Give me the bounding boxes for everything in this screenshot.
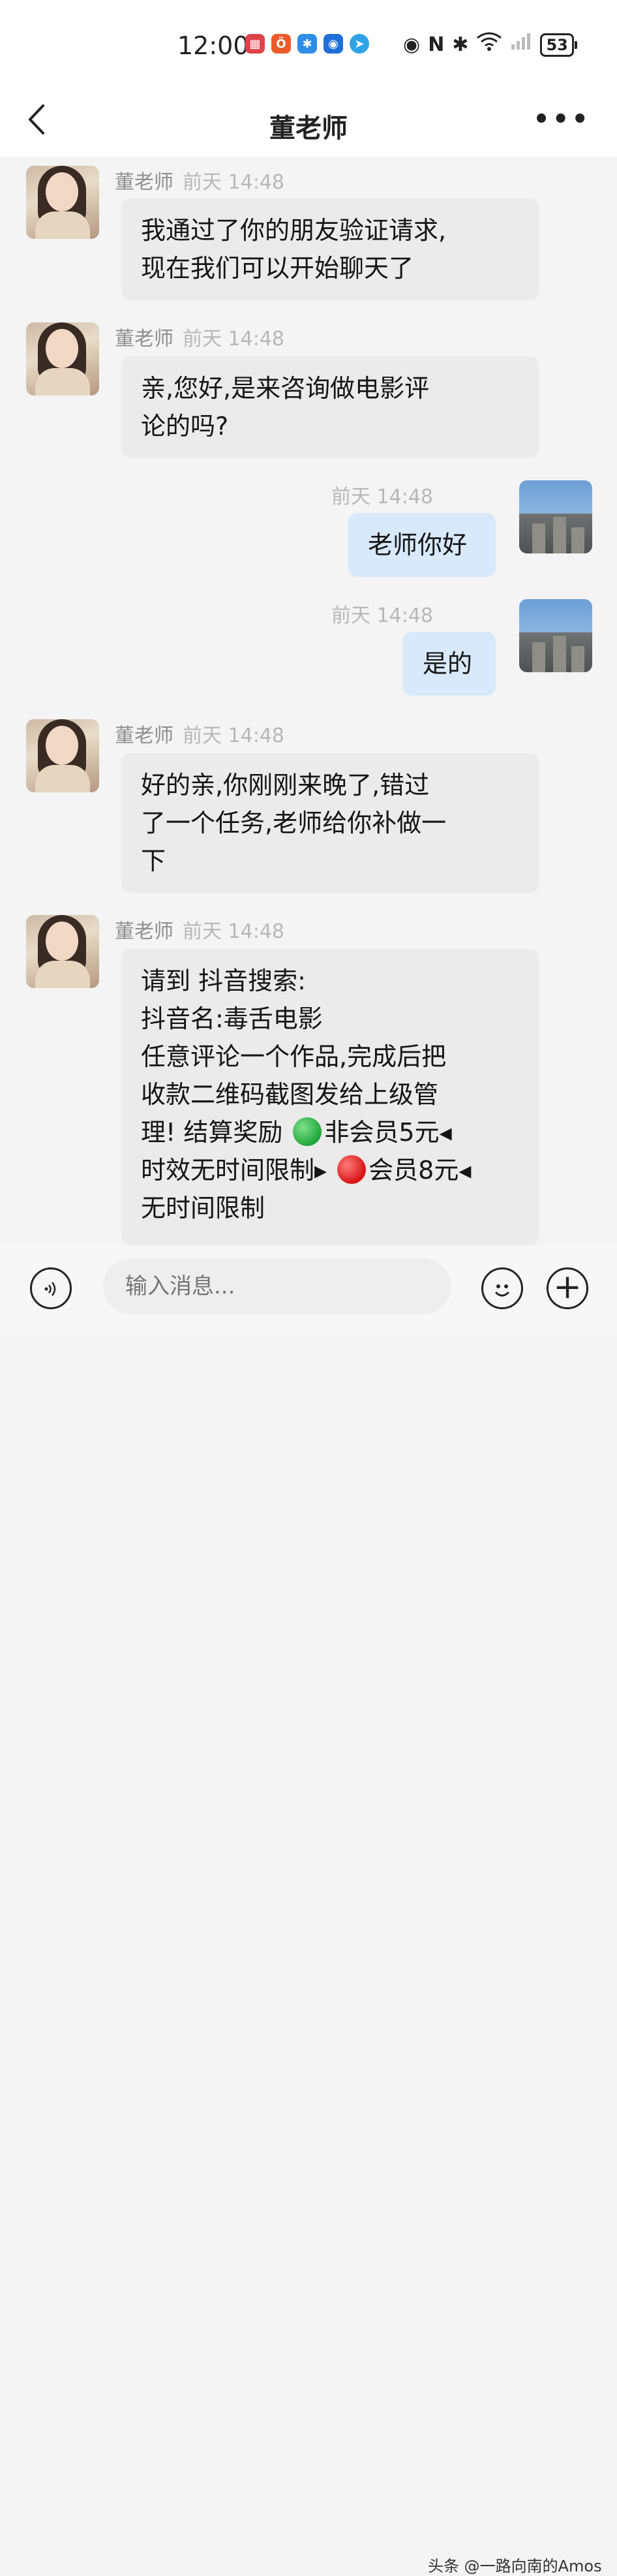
message-line: 请到 抖音搜索: bbox=[141, 967, 306, 995]
app-notification-icon: Ö bbox=[271, 34, 291, 54]
input-bar: + 头条 @一路向南的Amos bbox=[0, 1245, 617, 2575]
message-bubble[interactable]: 是的 bbox=[403, 632, 496, 696]
bluetooth-app-icon: ✱ bbox=[297, 34, 317, 54]
sender-name: 董老师 bbox=[115, 724, 173, 747]
message-line: 无时间限制 bbox=[141, 1194, 265, 1222]
sender-label: 董老师 前天 14:48 bbox=[115, 166, 284, 194]
teacher-avatar[interactable] bbox=[26, 166, 99, 239]
plus-icon[interactable]: + bbox=[547, 1267, 588, 1309]
teacher-avatar[interactable] bbox=[26, 322, 99, 396]
message-bubble[interactable]: 好的亲,你刚刚来晚了,错过 了一个任务,老师给你补做一 下 bbox=[121, 753, 539, 893]
wifi-icon bbox=[476, 31, 502, 58]
green-circle-icon bbox=[293, 1117, 322, 1146]
sender-label: 董老师 前天 14:48 bbox=[115, 322, 284, 351]
message-text: 理! 结算奖励 bbox=[141, 1118, 283, 1147]
status-time: 12:00 bbox=[177, 31, 249, 60]
message-line: 理! 结算奖励 非会员5元◂ bbox=[141, 1113, 519, 1151]
sender-name: 董老师 bbox=[115, 920, 173, 943]
red-circle-icon bbox=[337, 1155, 367, 1184]
bulb-app-icon: ◉ bbox=[324, 34, 343, 54]
sender-label: 董老师 前天 14:48 bbox=[115, 719, 284, 748]
message-time: 前天 14:48 bbox=[331, 486, 433, 508]
message-line: 任意评论一个作品,完成后把 bbox=[141, 1042, 447, 1071]
sender-label: 董老师 前天 14:48 bbox=[115, 915, 284, 944]
status-indicators: ◉ N ✱ 53 bbox=[403, 31, 578, 58]
battery-indicator: 53 bbox=[540, 33, 578, 57]
message-line: 抖音名:毒舌电影 bbox=[141, 1004, 323, 1033]
telegram-app-icon: ➤ bbox=[350, 34, 369, 54]
message-time: 前天 14:48 bbox=[331, 604, 433, 627]
message-bubble[interactable]: 请到 抖音搜索: 抖音名:毒舌电影 任意评论一个作品,完成后把 收款二维码截图发… bbox=[121, 949, 539, 1245]
message-time: 前天 14:48 bbox=[183, 328, 284, 350]
message-time: 前天 14:48 bbox=[183, 920, 284, 943]
bluetooth-icon: ✱ bbox=[452, 33, 469, 56]
signal-icon bbox=[510, 31, 532, 58]
chat-header: 董老师 ••• bbox=[0, 91, 617, 157]
more-options-icon[interactable]: ••• bbox=[533, 104, 591, 134]
watermark: 头条 @一路向南的Amos bbox=[428, 2557, 602, 2575]
user-avatar[interactable] bbox=[519, 599, 592, 672]
chat-title: 董老师 bbox=[269, 114, 348, 144]
message-line: 收款二维码截图发给上级管 bbox=[141, 1080, 439, 1109]
message-time: 前天 14:48 bbox=[183, 171, 284, 194]
message-time: 前天 14:48 bbox=[183, 724, 284, 747]
teacher-avatar[interactable] bbox=[26, 719, 99, 792]
message-input[interactable] bbox=[103, 1258, 451, 1314]
sender-name: 董老师 bbox=[115, 171, 173, 194]
sender-name: 董老师 bbox=[115, 328, 173, 350]
message-text: 会员8元◂ bbox=[369, 1156, 472, 1185]
eye-icon: ◉ bbox=[403, 33, 421, 56]
message-bubble[interactable]: 我通过了你的朋友验证请求, 现在我们可以开始聊天了 bbox=[121, 198, 539, 300]
message-bubble[interactable]: 老师你好 bbox=[348, 513, 496, 577]
voice-input-icon[interactable] bbox=[30, 1267, 72, 1309]
message-line: 时效无时间限制▸ 会员8元◂ bbox=[141, 1151, 519, 1189]
notification-icons: ▦ Ö ✱ ◉ ➤ bbox=[245, 34, 369, 54]
message-bubble[interactable]: 亲,您好,是来咨询做电影评 论的吗? bbox=[121, 356, 539, 458]
status-bar: 12:00 ▦ Ö ✱ ◉ ➤ ◉ N ✱ 53 bbox=[0, 0, 617, 91]
teacher-avatar[interactable] bbox=[26, 915, 99, 988]
emoji-icon[interactable] bbox=[481, 1267, 523, 1309]
user-avatar[interactable] bbox=[519, 480, 592, 553]
message-text: 非会员5元◂ bbox=[324, 1118, 452, 1147]
app-notification-icon: ▦ bbox=[245, 34, 265, 54]
message-text: 时效无时间限制▸ bbox=[141, 1156, 327, 1185]
nfc-icon: N bbox=[428, 33, 445, 56]
